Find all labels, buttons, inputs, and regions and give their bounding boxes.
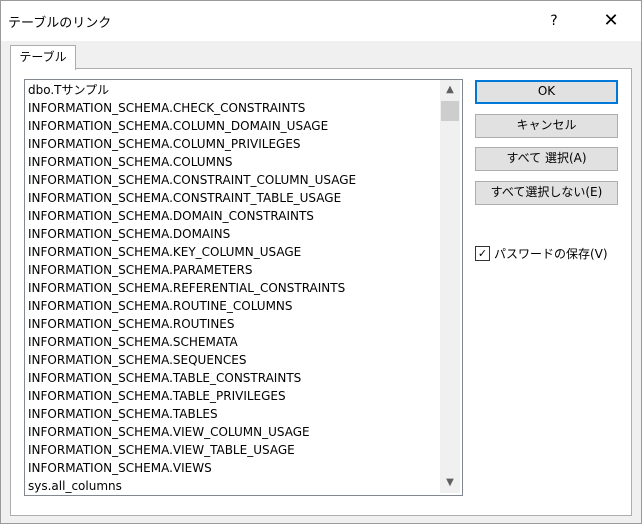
table-list-item[interactable]: INFORMATION_SCHEMA.PARAMETERS xyxy=(28,261,252,279)
help-button[interactable]: ? xyxy=(539,7,569,35)
save-password-checkbox[interactable]: ✓ xyxy=(475,246,490,261)
scroll-up-arrow-icon[interactable]: ▲ xyxy=(440,80,460,100)
table-list-item[interactable]: INFORMATION_SCHEMA.DOMAINS xyxy=(28,225,230,243)
cancel-button[interactable]: キャンセル xyxy=(475,114,618,138)
table-list-item[interactable]: INFORMATION_SCHEMA.COLUMN_PRIVILEGES xyxy=(28,135,301,153)
table-list-item[interactable]: INFORMATION_SCHEMA.KEY_COLUMN_USAGE xyxy=(28,243,301,261)
table-list-item[interactable]: INFORMATION_SCHEMA.VIEWS xyxy=(28,459,212,477)
table-listbox[interactable]: dbo.Tサンプル INFORMATION_SCHEMA.CHECK_CONSTR… xyxy=(24,79,463,496)
table-list-item[interactable]: INFORMATION_SCHEMA.TABLES xyxy=(28,405,218,423)
close-button[interactable]: ✕ xyxy=(591,7,631,35)
table-list-item[interactable]: INFORMATION_SCHEMA.VIEW_TABLE_USAGE xyxy=(28,441,295,459)
save-password-label: パスワードの保存(V) xyxy=(494,247,608,261)
table-list-item[interactable]: dbo.Tサンプル xyxy=(28,81,109,99)
table-list-item[interactable]: INFORMATION_SCHEMA.TABLE_PRIVILEGES xyxy=(28,387,286,405)
tab-tables[interactable]: テーブル xyxy=(10,45,76,70)
ok-button[interactable]: OK xyxy=(475,80,618,104)
table-list-item[interactable]: INFORMATION_SCHEMA.COLUMN_DOMAIN_USAGE xyxy=(28,117,328,135)
table-list-item[interactable]: sys.all_columns xyxy=(28,477,122,495)
table-list-item[interactable]: INFORMATION_SCHEMA.SCHEMATA xyxy=(28,333,238,351)
dialog-title: テーブルのリンク xyxy=(8,16,112,31)
table-list-item[interactable]: INFORMATION_SCHEMA.VIEW_COLUMN_USAGE xyxy=(28,423,310,441)
scroll-thumb[interactable] xyxy=(441,101,459,121)
list-scrollbar[interactable]: ▲ ▼ xyxy=(440,80,460,493)
deselect-all-button[interactable]: すべて選択しない(E) xyxy=(475,181,618,205)
table-list-item[interactable]: INFORMATION_SCHEMA.TABLE_CONSTRAINTS xyxy=(28,369,301,387)
select-all-button[interactable]: すべて 選択(A) xyxy=(475,147,618,171)
title-bar: テーブルのリンク ? ✕ xyxy=(1,1,641,41)
table-list-item[interactable]: INFORMATION_SCHEMA.REFERENTIAL_CONSTRAIN… xyxy=(28,279,345,297)
scroll-down-arrow-icon[interactable]: ▼ xyxy=(440,473,460,493)
table-list-item[interactable]: INFORMATION_SCHEMA.ROUTINE_COLUMNS xyxy=(28,297,293,315)
table-list-item[interactable]: INFORMATION_SCHEMA.CONSTRAINT_COLUMN_USA… xyxy=(28,171,356,189)
table-list-item[interactable]: INFORMATION_SCHEMA.CONSTRAINT_TABLE_USAG… xyxy=(28,189,341,207)
table-list-item[interactable]: INFORMATION_SCHEMA.COLUMNS xyxy=(28,153,233,171)
table-list-item[interactable]: INFORMATION_SCHEMA.DOMAIN_CONSTRAINTS xyxy=(28,207,314,225)
table-list-item[interactable]: INFORMATION_SCHEMA.CHECK_CONSTRAINTS xyxy=(28,99,305,117)
table-list-item[interactable]: INFORMATION_SCHEMA.ROUTINES xyxy=(28,315,235,333)
table-list-item[interactable]: INFORMATION_SCHEMA.SEQUENCES xyxy=(28,351,246,369)
